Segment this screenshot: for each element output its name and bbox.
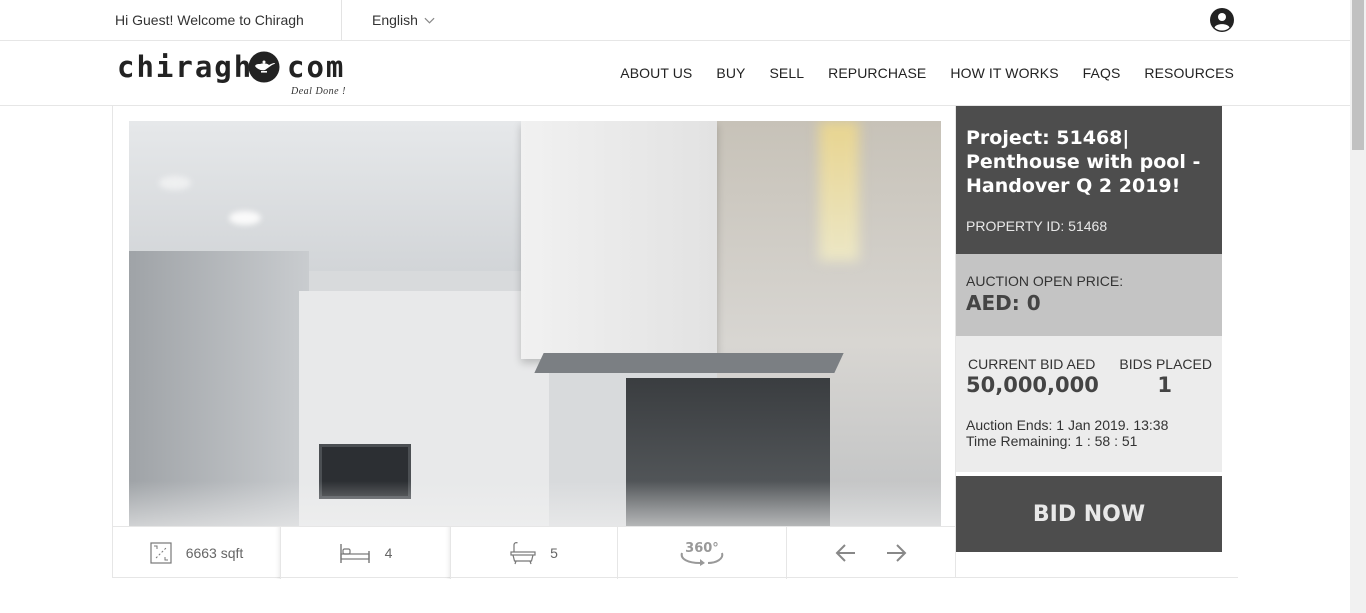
bid-info-box: CURRENT BID AED 50,000,000 BIDS PLACED 1… (956, 336, 1222, 472)
language-selector[interactable]: English (372, 12, 435, 28)
scrollbar-thumb[interactable] (1352, 0, 1364, 150)
topbar-divider (341, 0, 342, 40)
property-specs: 6663 sqft 4 5 360° (113, 526, 956, 579)
nav-faqs[interactable]: FAQS (1083, 65, 1121, 81)
nav-bar: chiragh com Deal Done ! ABOUT US BUY SEL… (0, 41, 1350, 106)
gallery-nav (787, 527, 955, 579)
welcome-message: Hi Guest! Welcome to Chiragh (115, 12, 304, 28)
chevron-down-icon (424, 17, 435, 24)
bids-placed-value: 1 (1157, 373, 1173, 397)
svg-text:360°: 360° (685, 541, 719, 556)
current-bid-label: CURRENT BID AED (968, 356, 1096, 372)
time-remaining: Time Remaining: 1 : 58 : 51 (966, 433, 1138, 449)
spec-bathrooms-value: 5 (550, 545, 558, 561)
logo-tagline: Deal Done ! (291, 86, 346, 97)
bid-now-button[interactable]: BID NOW (956, 476, 1222, 552)
spec-area: 6663 sqft (113, 527, 281, 579)
property-detail: 6663 sqft 4 5 360° Project: 51468| Penth… (112, 106, 1238, 579)
nav-resources[interactable]: RESOURCES (1144, 65, 1234, 81)
nav-buy[interactable]: BUY (716, 65, 745, 81)
site-logo[interactable]: chiragh com Deal Done ! (117, 50, 357, 100)
open-price-value: AED: 0 (966, 291, 1041, 315)
area-icon (150, 542, 172, 564)
top-bar: Hi Guest! Welcome to Chiragh English (0, 0, 1350, 41)
page-scrollbar[interactable] (1350, 0, 1366, 613)
user-icon[interactable] (1210, 8, 1234, 32)
gallery-column: 6663 sqft 4 5 360° (112, 106, 956, 579)
property-id: PROPERTY ID: 51468 (966, 218, 1108, 234)
view-360-icon: 360° (680, 541, 724, 566)
property-title-box: Project: 51468| Penthouse with pool - Ha… (956, 106, 1222, 254)
spec-bedrooms-value: 4 (384, 545, 393, 561)
logo-text-right: com (287, 50, 346, 84)
logo-text-left: chiragh (117, 50, 254, 84)
bids-placed-label: BIDS PLACED (1119, 356, 1212, 372)
lamp-logo-icon (248, 51, 280, 83)
main-menu: ABOUT US BUY SELL REPURCHASE HOW IT WORK… (620, 65, 1234, 81)
nav-how-it-works[interactable]: HOW IT WORKS (950, 65, 1058, 81)
current-bid-value: 50,000,000 (966, 373, 1099, 397)
arrow-left-icon[interactable] (835, 544, 857, 562)
auction-ends: Auction Ends: 1 Jan 2019. 13:38 (966, 417, 1169, 433)
nav-about-us[interactable]: ABOUT US (620, 65, 692, 81)
auction-panel: Project: 51468| Penthouse with pool - Ha… (956, 106, 1222, 578)
open-price-label: AUCTION OPEN PRICE: (966, 273, 1124, 289)
property-photo[interactable] (129, 121, 941, 526)
nav-repurchase[interactable]: REPURCHASE (828, 65, 926, 81)
spec-bathrooms: 5 (451, 527, 618, 579)
nav-sell[interactable]: SELL (769, 65, 804, 81)
footer-divider (954, 577, 1238, 578)
spec-area-value: 6663 sqft (185, 545, 244, 561)
view-360-button[interactable]: 360° (618, 527, 787, 579)
arrow-right-icon[interactable] (885, 544, 907, 562)
property-title: Project: 51468| Penthouse with pool - Ha… (966, 127, 1201, 197)
bed-icon (339, 544, 370, 563)
language-label: English (372, 12, 418, 28)
spec-bedrooms: 4 (281, 527, 451, 579)
open-price-box: AUCTION OPEN PRICE: AED: 0 (956, 254, 1222, 336)
bath-icon (510, 542, 536, 565)
